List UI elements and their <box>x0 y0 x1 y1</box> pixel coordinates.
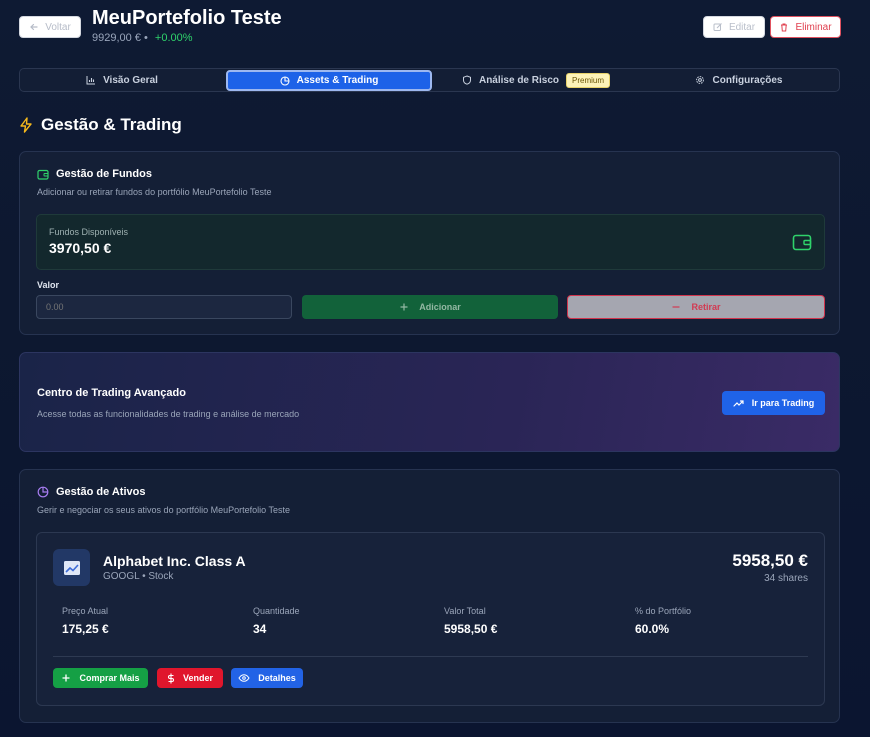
bar-chart-icon <box>86 75 96 85</box>
asset-name: Alphabet Inc. Class A <box>103 553 246 569</box>
delete-label: Eliminar <box>795 21 832 33</box>
assets-card-header: Gestão de Ativos <box>37 486 145 498</box>
portfolio-value: 9929,00 € <box>92 32 141 44</box>
asset-card: Alphabet Inc. Class A GOOGL • Stock 5958… <box>36 532 825 706</box>
tab-risk-analysis[interactable]: Análise de Risco Premium <box>436 70 636 90</box>
stat-portfolio-pct-value: 60.0% <box>635 622 670 636</box>
page-title: MeuPortefolio Teste <box>92 7 282 29</box>
back-button[interactable]: Voltar <box>19 16 81 38</box>
stat-quantity-label: Quantidade <box>253 606 300 616</box>
gear-icon <box>695 75 705 85</box>
page-header: Voltar MeuPortefolio Teste 9929,00 € • +… <box>0 0 870 60</box>
trash-icon <box>779 22 789 32</box>
arrow-left-icon <box>29 22 39 32</box>
divider <box>53 656 808 657</box>
details-label: Detalhes <box>258 673 296 683</box>
assets-description: Gerir e negociar os seus ativos do portf… <box>37 505 290 515</box>
portfolio-change: +0.00% <box>154 32 193 44</box>
chart-image-icon <box>63 560 81 576</box>
delete-button[interactable]: Eliminar <box>770 16 841 38</box>
tab-overview[interactable]: Visão Geral <box>22 70 222 90</box>
asset-total-value: 5958,50 € <box>732 551 808 570</box>
withdraw-funds-button[interactable]: Retirar <box>567 295 825 319</box>
sell-button[interactable]: Vender <box>157 668 223 688</box>
buy-more-label: Comprar Mais <box>79 673 140 683</box>
edit-button[interactable]: Editar <box>703 16 765 38</box>
pie-chart-icon <box>37 486 49 498</box>
lightning-icon <box>19 117 33 133</box>
plus-icon <box>61 673 71 683</box>
tab-bar: Visão Geral Assets & Trading Análise de … <box>19 68 840 92</box>
summary-separator: • <box>144 32 148 44</box>
wallet-icon <box>37 169 49 180</box>
withdraw-funds-label: Retirar <box>691 302 721 312</box>
portfolio-summary: 9929,00 € • +0.00% <box>92 32 193 44</box>
tab-risk-label: Análise de Risco <box>478 74 559 86</box>
edit-label: Editar <box>728 21 756 33</box>
tab-assets-label: Assets & Trading <box>296 75 379 86</box>
stat-total-value-value: 5958,50 € <box>444 622 498 636</box>
add-funds-button[interactable]: Adicionar <box>302 295 558 319</box>
assets-title: Gestão de Ativos <box>56 486 146 498</box>
tab-settings[interactable]: Configurações <box>640 70 838 90</box>
asset-ticker-type: GOOGL • Stock <box>103 571 174 582</box>
premium-badge: Premium <box>566 72 611 88</box>
funds-title: Gestão de Fundos <box>56 168 152 180</box>
trading-center-title: Centro de Trading Avançado <box>37 387 186 399</box>
section-title: Gestão & Trading <box>41 115 182 134</box>
sell-label: Vender <box>182 673 213 683</box>
shield-icon <box>462 75 472 85</box>
funds-card-header: Gestão de Fundos <box>37 168 152 180</box>
stat-quantity-value: 34 <box>253 622 267 636</box>
trading-center-card: Centro de Trading Avançado Acesse todas … <box>19 352 840 452</box>
details-button[interactable]: Detalhes <box>231 668 303 688</box>
available-funds-panel: Fundos Disponíveis 3970,50 € <box>36 214 825 270</box>
available-funds-label: Fundos Disponíveis <box>49 227 129 237</box>
asset-logo <box>53 549 90 586</box>
section-heading: Gestão & Trading <box>19 115 182 135</box>
go-to-trading-button[interactable]: Ir para Trading <box>722 391 825 415</box>
plus-icon <box>399 302 409 312</box>
assets-card: Gestão de Ativos Gerir e negociar os seu… <box>19 469 840 723</box>
go-to-trading-label: Ir para Trading <box>751 398 815 408</box>
funds-card: Gestão de Fundos Adicionar ou retirar fu… <box>19 151 840 335</box>
tab-assets-trading[interactable]: Assets & Trading <box>226 70 432 91</box>
minus-icon <box>671 302 681 312</box>
add-funds-label: Adicionar <box>419 302 461 312</box>
amount-label: Valor <box>37 280 60 290</box>
amount-input[interactable] <box>36 295 292 319</box>
trending-up-icon <box>733 399 744 408</box>
tab-overview-label: Visão Geral <box>103 74 158 86</box>
pie-chart-icon <box>280 75 290 86</box>
available-funds-value: 3970,50 € <box>49 240 112 256</box>
stat-portfolio-pct-label: % do Portfólio <box>635 606 692 616</box>
funds-description: Adicionar ou retirar fundos do portfólio… <box>37 187 272 197</box>
wallet-icon <box>792 233 812 251</box>
buy-more-button[interactable]: Comprar Mais <box>53 668 148 688</box>
back-label: Voltar <box>45 21 71 33</box>
dollar-icon <box>167 673 175 684</box>
edit-icon <box>713 22 723 32</box>
stat-current-price-label: Preço Atual <box>62 606 109 616</box>
trading-center-description: Acesse todas as funcionalidades de tradi… <box>37 409 300 419</box>
eye-icon <box>238 674 250 682</box>
asset-shares: 34 shares <box>764 573 808 584</box>
stat-total-value-label: Valor Total <box>444 606 486 616</box>
tab-settings-label: Configurações <box>712 74 783 86</box>
stat-current-price-value: 175,25 € <box>62 622 109 636</box>
